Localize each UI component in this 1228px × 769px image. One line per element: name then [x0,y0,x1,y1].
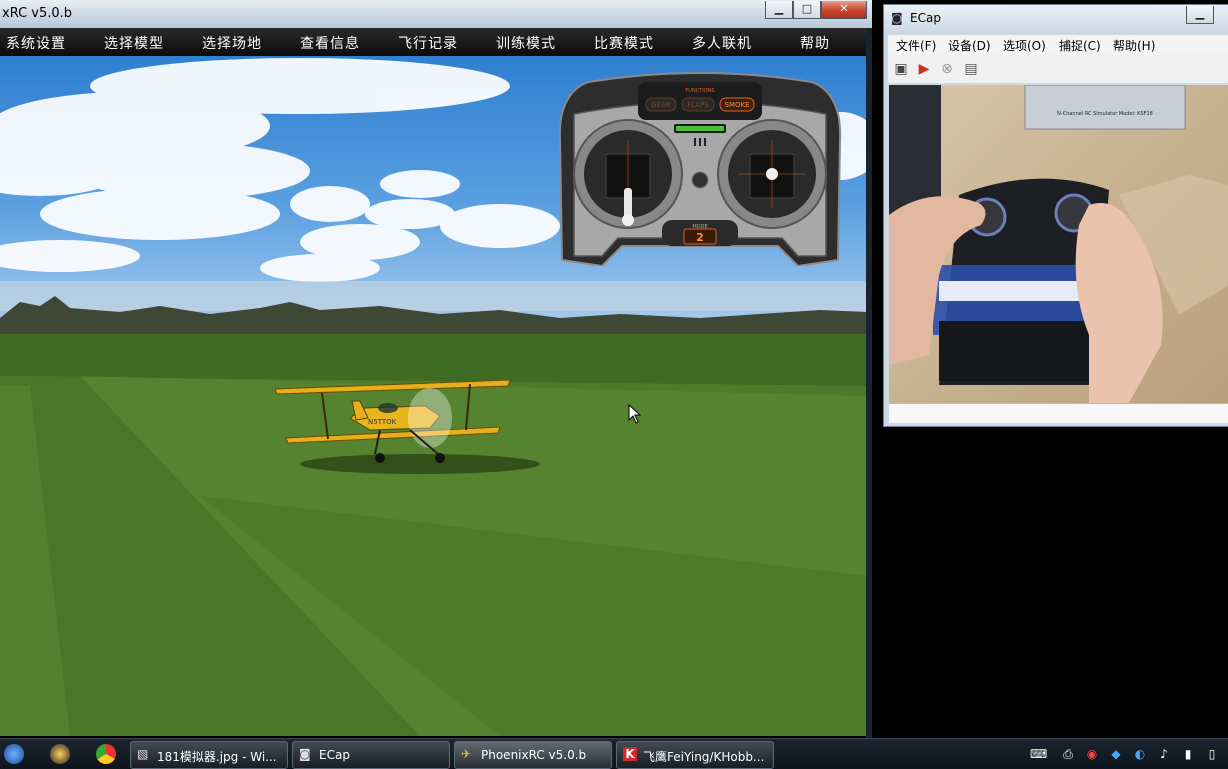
ecap-toolbar: ▣ ▶ ⊗ ▤ [888,55,1228,83]
propeller-disc [408,388,452,448]
minimize-button[interactable]: ▁ [765,1,793,19]
task-image-viewer[interactable]: ▧ 181模拟器.jpg - Wi... [130,741,288,769]
switch-smoke: SMOKE [719,97,755,112]
printer-icon[interactable]: ⎙ [1060,746,1076,762]
camera-icon: ◙ [891,11,903,25]
ecap-menu-options[interactable]: 选项(O) [1003,37,1046,54]
ecap-menu-file[interactable]: 文件(F) [896,37,936,54]
security-icon[interactable]: ◉ [1084,746,1100,762]
power-icon[interactable]: ▯ [1204,746,1220,762]
image-icon[interactable]: ▤ [962,60,980,78]
ecap-window: ◙ ECap ▁ 文件(F) 设备(D) 选项(O) 捕捉(C) 帮助(H) ▣… [883,4,1228,427]
transmitter-overlay: FUNCTIONS GEAR FLAPS SMOKE MODE 2 [558,70,842,268]
ecap-menu-device[interactable]: 设备(D) [948,37,991,54]
stop-icon[interactable]: ⊗ [938,60,956,78]
ecap-title: ECap [910,11,941,25]
menu-race-mode[interactable]: 比赛模式 [594,33,654,53]
start-button[interactable] [4,744,24,764]
functions-label: FUNCTIONS [685,88,714,94]
svg-text:GEAR: GEAR [651,101,671,109]
task-phoenixrc[interactable]: ✈ PhoenixRC v5.0.b [454,741,612,769]
keyboard-icon[interactable]: ⌨ [1030,746,1047,762]
ecap-minimize-button[interactable]: ▁ [1186,6,1214,24]
window-title: xRC v5.0.b [2,6,73,21]
phoenix-window: xRC v5.0.b ▁ □ ✕ 系统设置 选择模型 选择场地 查看信息 飞行记… [0,0,872,738]
close-button[interactable]: ✕ [821,1,867,19]
task-k-app[interactable]: K 飞鹰FeiYing/KHobb... [616,741,774,769]
ecap-menu-bar: 文件(F) 设备(D) 选项(O) 捕捉(C) 帮助(H) [888,35,1228,55]
menu-help[interactable]: 帮助 [800,33,830,53]
task-ecap[interactable]: ◙ ECap [292,741,450,769]
taskbar: ▧ 181模拟器.jpg - Wi... ◙ ECap ✈ PhoenixRC … [0,738,1228,769]
menu-view-info[interactable]: 查看信息 [300,33,360,53]
ecap-menu-help[interactable]: 帮助(H) [1113,37,1155,54]
sync-icon[interactable]: ◐ [1132,746,1148,762]
right-stick [766,168,778,180]
window-border [866,28,872,738]
ecap-status-bar [889,403,1228,423]
box-label: N-Channel RC Simulator Model: KSF18 [1057,111,1153,117]
mouse-cursor-icon [628,404,642,424]
menu-bar: 系统设置 选择模型 选择场地 查看信息 飞行记录 训练模式 比赛模式 多人联机 … [0,28,866,56]
switch-flaps: FLAPS [681,97,715,112]
phoenix-titlebar[interactable]: xRC v5.0.b ▁ □ ✕ [0,0,872,29]
transmitter-graphic: FUNCTIONS GEAR FLAPS SMOKE MODE 2 [558,72,842,268]
menu-training-mode[interactable]: 训练模式 [496,33,556,53]
chrome-icon[interactable] [96,744,116,764]
k-app-icon: K [623,747,637,761]
volume-icon[interactable]: ♪ [1156,746,1172,762]
image-viewer-icon: ▧ [137,747,149,761]
play-icon[interactable]: ▶ [915,60,933,78]
menu-select-model[interactable]: 选择模型 [104,33,164,53]
network-app-icon[interactable]: ◆ [1108,746,1124,762]
switch-gear: GEAR [645,97,677,112]
mode-value: 2 [696,231,704,244]
signal-icon[interactable]: ▮ [1180,746,1196,762]
camera-icon: ◙ [299,747,311,761]
svg-text:SMOKE: SMOKE [724,101,749,109]
video-frame: N-Channel RC Simulator Model: KSF18 [889,85,1228,403]
menu-multiplayer[interactable]: 多人联机 [692,33,752,53]
ecap-menu-capture[interactable]: 捕捉(C) [1059,37,1101,54]
maximize-button[interactable]: □ [793,1,821,19]
ecap-titlebar[interactable]: ◙ ECap ▁ [884,5,1228,31]
video-preview: N-Channel RC Simulator Model: KSF18 [889,85,1228,403]
battery-indicator [676,126,724,131]
svg-text:FLAPS: FLAPS [687,101,709,109]
registration-text: N5TTOK [368,418,397,426]
menu-flight-log[interactable]: 飞行记录 [398,33,458,53]
qq-icon[interactable] [50,744,70,764]
camera-icon[interactable]: ▣ [892,60,910,78]
menu-select-field[interactable]: 选择场地 [202,33,262,53]
menu-system-settings[interactable]: 系统设置 [6,33,66,53]
phoenix-icon: ✈ [461,747,472,761]
